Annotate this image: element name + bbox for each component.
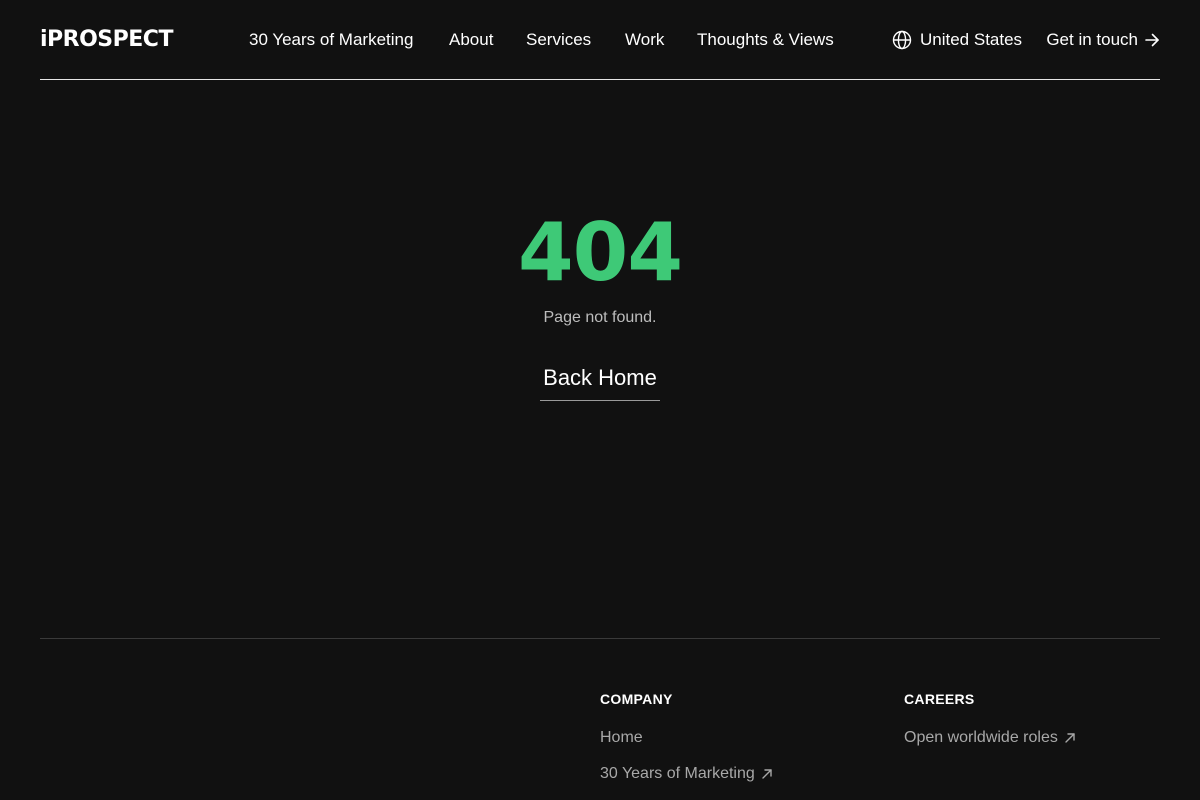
get-in-touch-link[interactable]: Get in touch <box>1046 28 1160 52</box>
site-header: iPROSPECT 30 Years of Marketing About Se… <box>40 0 1160 80</box>
footer-divider <box>40 638 1160 639</box>
arrow-up-right-icon <box>1065 733 1075 743</box>
nav-link-30-years[interactable]: 30 Years of Marketing <box>249 29 413 51</box>
footer-link-home-label: Home <box>600 729 643 746</box>
footer-link-30-years[interactable]: 30 Years of Marketing <box>600 763 773 785</box>
footer-heading-careers: CAREERS <box>904 691 975 707</box>
region-label: United States <box>920 30 1023 49</box>
footer-link-open-roles-label: Open worldwide roles <box>904 729 1058 746</box>
error-code: 404 <box>518 206 683 299</box>
region-selector[interactable]: United States <box>892 28 1022 52</box>
nav-link-about[interactable]: About <box>449 29 493 51</box>
footer-link-30-years-label: 30 Years of Marketing <box>600 765 755 782</box>
arrow-right-icon <box>1145 33 1159 47</box>
get-in-touch-label: Get in touch <box>1046 30 1138 49</box>
iprospect-logo[interactable]: iPROSPECT <box>40 27 173 53</box>
error-message: Page not found. <box>543 309 657 326</box>
arrow-up-right-icon <box>762 769 772 779</box>
nav-link-work[interactable]: Work <box>625 29 664 51</box>
footer-link-open-roles[interactable]: Open worldwide roles <box>904 727 1076 749</box>
nav-link-services[interactable]: Services <box>526 29 591 51</box>
back-home-link[interactable]: Back Home <box>540 364 660 401</box>
footer-heading-company: COMPANY <box>600 691 673 707</box>
nav-link-thoughts-views[interactable]: Thoughts & Views <box>697 29 834 51</box>
globe-icon <box>892 30 912 50</box>
footer-link-home[interactable]: Home <box>600 727 643 749</box>
